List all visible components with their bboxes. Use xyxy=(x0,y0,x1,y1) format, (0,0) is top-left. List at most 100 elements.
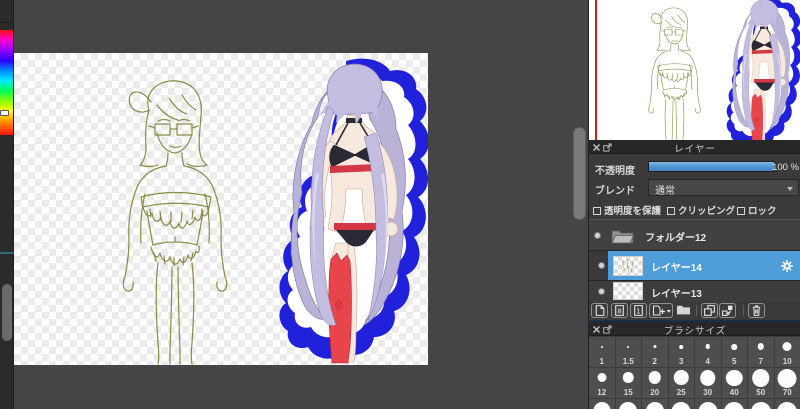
brush-dot-icon xyxy=(627,346,630,348)
brush-dot-icon xyxy=(648,371,661,384)
brush-size-cell[interactable] xyxy=(774,399,800,409)
brush-size-label: 15 xyxy=(623,388,633,397)
blend-mode-value: 通常 xyxy=(655,186,675,197)
folder-name: フォルダー12 xyxy=(645,233,707,244)
brush-panel-title: ブラシサイズ xyxy=(663,326,727,337)
brush-dot-icon xyxy=(593,402,611,409)
brush-size-label: 12 xyxy=(597,388,607,397)
left-scrollbar-thumb[interactable] xyxy=(2,284,12,341)
brush-size-cell[interactable]: 70 xyxy=(774,368,800,399)
brush-size-cell[interactable] xyxy=(748,399,775,409)
brush-size-cell[interactable]: 30 xyxy=(695,368,722,399)
brush-size-cell[interactable]: 20 xyxy=(642,368,669,399)
brush-size-cell[interactable]: 4 xyxy=(695,337,722,368)
brush-dot-icon xyxy=(597,373,607,382)
brush-size-label: 20 xyxy=(650,388,660,397)
clipping-checkbox[interactable]: クリッピング xyxy=(667,203,735,217)
brush-dot-icon xyxy=(752,369,770,387)
strip-divider xyxy=(0,22,14,23)
blend-mode-dropdown[interactable]: 通常 xyxy=(648,179,799,197)
brush-size-cell[interactable] xyxy=(589,399,616,409)
navigator-artwork xyxy=(648,0,800,140)
clipping-label: クリッピング xyxy=(678,206,736,217)
brush-size-label: 10 xyxy=(782,357,792,366)
brush-size-cell[interactable]: 50 xyxy=(748,368,775,399)
brush-panel-header: ブラシサイズ xyxy=(589,322,800,337)
brush-dot-icon xyxy=(726,369,743,386)
new-layer-icon[interactable] xyxy=(591,303,608,318)
brush-size-panel: ブラシサイズ 1 1.5 2 3 4 5 7 10 12 15 20 25 30… xyxy=(589,320,800,409)
new-folder-icon[interactable] xyxy=(675,303,692,318)
delete-layer-icon[interactable] xyxy=(748,303,765,318)
brush-size-label: 50 xyxy=(756,388,766,397)
layer-option-row: 透明度を保護 クリッピング ロック xyxy=(589,201,800,219)
duplicate-layer-icon[interactable] xyxy=(701,303,718,318)
brush-size-cell[interactable] xyxy=(695,399,722,409)
add-layer-menu-icon[interactable] xyxy=(649,303,673,318)
brush-size-cell[interactable]: 25 xyxy=(668,368,695,399)
brush-size-label: 1.5 xyxy=(622,357,634,366)
layer-name: レイヤー14 xyxy=(651,263,702,274)
brush-dot-icon xyxy=(777,402,798,409)
lock-checkbox[interactable]: ロック xyxy=(737,203,777,217)
brush-dot-icon xyxy=(750,402,771,409)
visibility-dot-icon[interactable] xyxy=(598,288,605,295)
brush-size-cell[interactable]: 1 xyxy=(589,337,616,368)
dock-scrollbar-thumb[interactable] xyxy=(573,127,586,220)
brush-dot-icon xyxy=(724,402,745,409)
left-tool-strip xyxy=(0,0,14,409)
new-1bit-layer-icon[interactable]: 1 xyxy=(630,303,647,318)
protect-alpha-checkbox[interactable]: 透明度を保護 xyxy=(593,203,661,217)
brush-dot-icon xyxy=(705,344,710,349)
layer-row-layer14[interactable]: レイヤー14 xyxy=(589,251,800,281)
brush-size-cell[interactable] xyxy=(615,399,642,409)
folder-icon xyxy=(611,230,634,244)
layer-row-layer13[interactable]: レイヤー13 xyxy=(589,281,800,302)
panel-dock: レイヤー 不透明度 100 % ブレンド 通常 透明度を保護 クリッピング ロッ… xyxy=(588,0,800,409)
navigator-view-rect-edge xyxy=(595,0,597,140)
brush-size-cell[interactable]: 7 xyxy=(748,337,775,368)
gear-icon[interactable] xyxy=(780,259,794,273)
layers-panel-header: レイヤー xyxy=(589,140,800,155)
brush-dot-icon xyxy=(600,346,603,348)
visibility-dot-icon[interactable] xyxy=(594,232,601,239)
chevron-down-icon xyxy=(787,187,793,191)
layer-row-folder12[interactable]: フォルダー12 xyxy=(589,220,800,251)
canvas-artwork xyxy=(122,57,428,365)
brush-size-cell[interactable]: 5 xyxy=(721,337,748,368)
brush-size-cell[interactable]: 40 xyxy=(721,368,748,399)
brush-dot-icon xyxy=(653,345,657,348)
layer-list: フォルダー12 レイヤー14 レイヤー13 xyxy=(589,219,800,302)
brush-size-cell[interactable] xyxy=(721,399,748,409)
hue-strip-icon[interactable] xyxy=(0,30,13,135)
brush-size-label: 5 xyxy=(732,357,737,366)
visibility-dot-icon[interactable] xyxy=(598,262,605,269)
brush-size-cell[interactable]: 3 xyxy=(668,337,695,368)
toolbar-separator xyxy=(696,305,697,316)
brush-size-label: 70 xyxy=(782,388,792,397)
new-8bit-layer-icon[interactable]: 8 xyxy=(611,303,628,318)
layer-thumbnail xyxy=(613,282,643,300)
brush-size-cell[interactable]: 1.5 xyxy=(615,337,642,368)
brush-size-cell[interactable]: 15 xyxy=(615,368,642,399)
layer-name: レイヤー13 xyxy=(651,289,702,300)
brush-size-cell[interactable] xyxy=(642,399,669,409)
opacity-slider[interactable] xyxy=(648,161,775,172)
navigator-preview[interactable] xyxy=(589,0,800,140)
brush-dot-icon xyxy=(671,402,691,409)
brush-size-label: 7 xyxy=(758,357,763,366)
layers-panel: レイヤー 不透明度 100 % ブレンド 通常 透明度を保護 クリッピング ロッ… xyxy=(589,140,800,320)
brush-size-cell[interactable]: 12 xyxy=(589,368,616,399)
brush-size-grid: 1 1.5 2 3 4 5 7 10 12 15 20 25 30 40 50 xyxy=(589,337,800,409)
layer-thumbnail xyxy=(613,256,643,276)
brush-dot-icon xyxy=(623,372,634,383)
paint-app-window: レイヤー 不透明度 100 % ブレンド 通常 透明度を保護 クリッピング ロッ… xyxy=(0,0,800,409)
brush-size-cell[interactable]: 2 xyxy=(642,337,669,368)
brush-size-cell[interactable] xyxy=(668,399,695,409)
brush-size-cell[interactable]: 10 xyxy=(774,337,800,368)
brush-size-label: 2 xyxy=(652,357,657,366)
brush-dot-icon xyxy=(700,370,716,386)
blend-label: ブレンド xyxy=(595,186,635,197)
drawing-canvas[interactable] xyxy=(14,53,428,365)
merge-layer-icon[interactable] xyxy=(719,303,736,318)
